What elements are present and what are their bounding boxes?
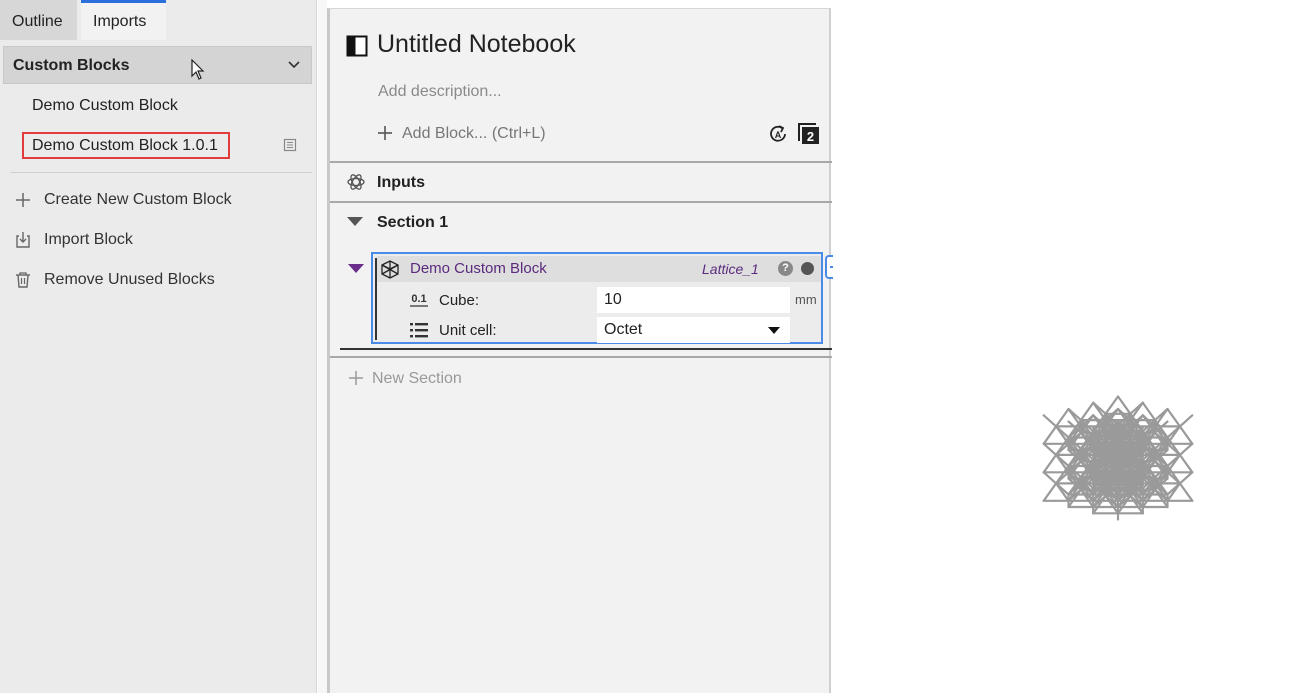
new-section-button[interactable]: New Section [348,369,548,391]
dropdown-arrow-icon [768,327,780,334]
description-field[interactable]: Add description... [378,83,502,101]
notebook-panel: Untitled Notebook Add description... Add… [327,8,832,693]
add-block-label: Add Block... (Ctrl+L) [402,125,546,142]
parallel-compute-icon[interactable]: 2 [798,123,820,145]
svg-text:0.1: 0.1 [411,293,426,305]
auto-run-icon[interactable]: A [767,123,789,145]
lattice-strut [1042,425,1058,445]
block-title: Demo Custom Block [410,260,547,277]
panel-splitter[interactable] [318,0,327,693]
divider [330,161,832,163]
divider [10,172,312,173]
divider [330,201,832,203]
left-panel: Outline Imports Custom Blocks Demo Custo… [0,0,317,693]
section-collapse-icon[interactable] [347,217,363,226]
mouse-cursor-icon [191,59,205,80]
section-end-divider [340,348,832,350]
octet-lattice-model[interactable] [993,318,1243,598]
block-header: Demo Custom Block Lattice_1 ? [377,256,821,282]
unit-cell-dropdown[interactable]: Octet [597,317,790,343]
3d-viewport[interactable] [833,0,1300,693]
custom-block-card[interactable]: Demo Custom Block Lattice_1 ? 0.1 Cube: … [371,252,823,344]
create-new-custom-block-label: Create New Custom Block [44,191,232,208]
param-label: Unit cell: [439,322,497,339]
custom-block-item-selected[interactable]: Demo Custom Block 1.0.1 [32,137,218,155]
inputs-icon [347,174,365,190]
tab-outline[interactable]: Outline [0,0,77,40]
document-icon[interactable] [283,138,297,152]
plus-icon [378,126,392,140]
lattice-strut [1178,414,1194,428]
notebook-icon [346,35,368,57]
block-reference-name[interactable]: Lattice_1 [702,261,759,277]
inputs-section-label[interactable]: Inputs [377,174,425,192]
import-icon [16,232,30,248]
custom-block-item[interactable]: Demo Custom Block [32,97,178,115]
tab-imports[interactable]: Imports [81,0,166,40]
divider [330,356,832,358]
dropdown-value: Octet [604,321,643,338]
plus-icon [16,193,30,207]
lattice-strut [1054,407,1070,428]
cube-value-input[interactable]: 10 [597,287,790,313]
remove-unused-blocks-button[interactable]: Remove Unused Blocks [14,269,304,291]
lattice-strut [1178,453,1194,474]
trash-icon [16,272,30,288]
lattice-strut [1178,482,1194,502]
param-row-unit-cell: Unit cell: Octet [377,316,821,344]
custom-blocks-title: Custom Blocks [13,57,130,74]
lattice-strut [1042,453,1058,474]
lattice-strut [1166,407,1181,428]
number-icon: 0.1 [410,293,428,307]
add-block-button[interactable]: Add Block... (Ctrl+L) [376,123,676,145]
chevron-down-icon[interactable] [287,57,301,71]
notebook-title[interactable]: Untitled Notebook [377,30,576,59]
svg-text:2: 2 [807,129,814,144]
custom-blocks-group-header[interactable]: Custom Blocks [3,46,312,84]
lattice-strut [1042,482,1058,502]
panel-tabs: Outline Imports [0,0,317,40]
new-section-label: New Section [372,370,462,387]
param-label: Cube: [439,292,480,309]
list-icon [410,323,428,338]
section-title[interactable]: Section 1 [377,214,448,232]
block-collapse-icon[interactable] [348,264,364,273]
create-new-custom-block-button[interactable]: Create New Custom Block [14,189,304,211]
lattice-strut [1042,442,1058,456]
svg-text:A: A [775,130,782,140]
import-block-label: Import Block [44,231,133,248]
import-block-button[interactable]: Import Block [14,229,304,251]
remove-unused-blocks-label: Remove Unused Blocks [44,271,215,288]
unit-label: mm [795,292,817,307]
lattice-strut [1042,414,1058,428]
lattice-strut [1178,471,1194,485]
param-row-cube: 0.1 Cube: 10 mm [377,286,821,314]
lattice-strut [1178,442,1194,456]
status-indicator-icon [801,262,814,275]
lattice-strut [1042,471,1058,485]
plus-icon [349,371,363,385]
help-icon[interactable]: ? [778,261,793,276]
lattice-strut [1178,425,1194,445]
lattice-icon [381,260,399,279]
